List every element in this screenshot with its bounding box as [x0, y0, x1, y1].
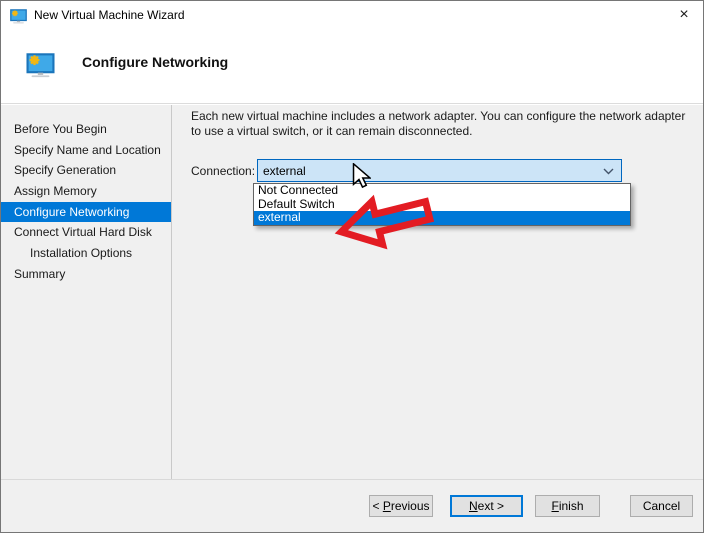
dropdown-option-not-connected[interactable]: Not Connected	[254, 184, 630, 198]
chevron-down-icon	[603, 168, 614, 175]
sidebar-step-installation-options[interactable]: Installation Options	[1, 243, 171, 264]
close-icon[interactable]: ×	[669, 3, 699, 27]
connection-dropdown-list: Not ConnectedDefault Switchexternal	[253, 183, 631, 226]
sidebar-step-before-you-begin[interactable]: Before You Begin	[1, 119, 171, 140]
instruction-text: Each new virtual machine includes a netw…	[191, 109, 687, 139]
dropdown-option-external[interactable]: external	[254, 211, 630, 225]
connection-label: Connection:	[191, 164, 255, 178]
vm-monitor-icon	[26, 53, 55, 78]
page-title: Configure Networking	[82, 54, 228, 70]
next-button[interactable]: Next >	[450, 495, 523, 517]
connection-dropdown[interactable]: external	[257, 159, 622, 182]
sidebar-step-assign-memory[interactable]: Assign Memory	[1, 181, 171, 202]
wizard-steps-sidebar: Before You BeginSpecify Name and Locatio…	[1, 105, 172, 479]
sidebar-step-summary[interactable]: Summary	[1, 264, 171, 285]
titlebar: New Virtual Machine Wizard ×	[1, 1, 703, 31]
sidebar-step-specify-generation[interactable]: Specify Generation	[1, 160, 171, 181]
finish-button[interactable]: Finish	[535, 495, 600, 517]
dropdown-option-default-switch[interactable]: Default Switch	[254, 198, 630, 212]
sidebar-step-configure-networking[interactable]: Configure Networking	[1, 202, 171, 223]
wizard-window: New Virtual Machine Wizard × Configure N…	[0, 0, 704, 533]
previous-button[interactable]: < Previous	[369, 495, 433, 517]
connection-selected-value: external	[263, 164, 306, 178]
sidebar-step-connect-virtual-hard-disk[interactable]: Connect Virtual Hard Disk	[1, 222, 171, 243]
cancel-button[interactable]: Cancel	[630, 495, 693, 517]
window-title: New Virtual Machine Wizard	[34, 8, 185, 22]
sidebar-step-specify-name-and-location[interactable]: Specify Name and Location	[1, 140, 171, 161]
vm-monitor-icon	[10, 9, 27, 24]
button-bar: < Previous Next > Finish Cancel	[1, 480, 703, 533]
wizard-header: Configure Networking	[1, 31, 703, 104]
